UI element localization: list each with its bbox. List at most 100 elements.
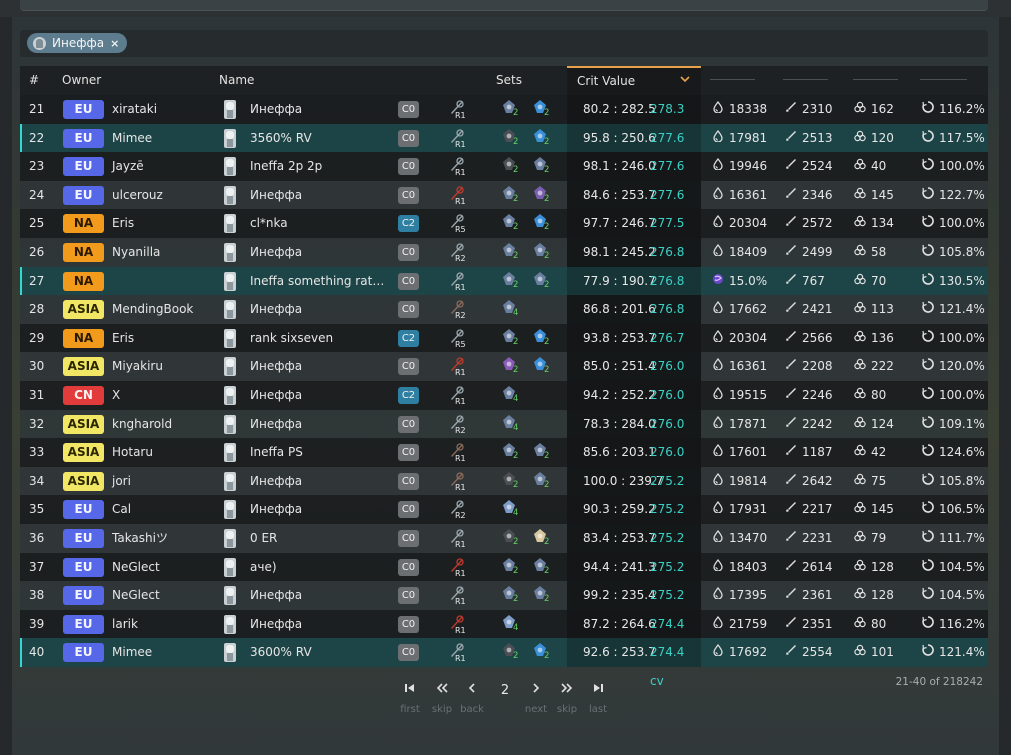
crit-value-cell: 78.3 : 284.0276.0 cv — [567, 409, 701, 459]
build-name[interactable]: Инеффа — [250, 410, 302, 439]
owner-name[interactable]: Mimee — [112, 638, 152, 667]
col-crit-value[interactable]: Crit Value — [567, 66, 701, 95]
col-stat-2[interactable] — [783, 79, 828, 80]
pagination: first skip back 2 next skip last — [395, 682, 615, 722]
constellation-badge: C0 — [398, 101, 419, 118]
build-name[interactable]: Инеффа — [250, 295, 302, 324]
table-row[interactable]: 27 NA Ineffa something rather... C0 R1 2 2 77.9… — [20, 266, 988, 316]
set-count: 2 — [513, 136, 519, 147]
col-stat-1[interactable] — [710, 79, 755, 80]
build-name[interactable]: Инеффа — [250, 238, 302, 267]
stat-1: 17395 — [712, 581, 767, 610]
table-row[interactable]: 36 EU Takashiツ 0 ER C0 R1 2 2 83.4 : 253.7 275.2 … — [20, 523, 988, 574]
atk-icon — [785, 381, 797, 410]
last-page-button[interactable]: last — [583, 682, 613, 715]
owner-name[interactable]: Miyakiru — [112, 352, 163, 381]
skip-forward-button[interactable]: skip — [552, 682, 582, 715]
build-name[interactable]: Ineffa 2p 2p — [250, 152, 322, 181]
owner-name[interactable]: larik — [112, 610, 138, 639]
table-row[interactable]: 23 EU Jayzē Ineffa 2p 2p C0 R1 2 2 98.1 : 246.0 2… — [20, 152, 988, 202]
table-row[interactable]: 39 EU larik Инеффа C0 R1 4 87.2 : 264.6274.4 cv… — [20, 609, 988, 659]
atk-icon — [785, 152, 797, 181]
owner-name[interactable]: Jayzē — [112, 152, 144, 181]
owner-name[interactable]: NeGlect — [112, 553, 160, 582]
crit-ratio: 95.8 : 250.6 — [583, 130, 656, 145]
owner-name[interactable]: ulcerouz — [112, 181, 163, 210]
owner-name[interactable]: Nyanilla — [112, 238, 160, 267]
table-row[interactable]: 30 ASIA Miyakiru Инеффа C0 R1 2 2 85.0 : 251.4 27… — [20, 352, 988, 402]
crit-value-cell: 92.6 : 253.7 274.4 cv — [567, 638, 701, 688]
owner-name[interactable]: Eris — [112, 324, 134, 353]
table-row[interactable]: 33 ASIA Hotaru Ineffa PS C0 R1 2 2 85.6 : 203.1 2… — [20, 438, 988, 488]
table-row[interactable]: 22 EU Mimee 3560% RV C0 R1 2 2 95.8 : 250.6 277.6… — [20, 123, 988, 173]
build-name[interactable]: Инеффа — [250, 352, 302, 381]
table-row[interactable]: 31 CN X Инеффа C2 R1 4 94.2 : 252.2276.0 cv 1951… — [20, 380, 988, 431]
build-name[interactable]: Инеффа — [250, 495, 302, 524]
constellation-badge: C0 — [398, 615, 419, 633]
set-count: 2 — [513, 165, 519, 176]
table-row[interactable]: 37 EU NeGlect аче) C0 R1 2 2 94.4 : 241.3275.2 c… — [20, 552, 988, 602]
build-name[interactable]: Ineffa something rather... — [250, 267, 385, 296]
col-name[interactable]: Name — [219, 66, 254, 95]
owner-name[interactable]: MendingBook — [112, 295, 193, 324]
atk-icon — [785, 124, 797, 153]
table-row[interactable]: 40 EU Mimee 3600% RV C0 R1 2 2 92.6 : 253.7 274.4… — [20, 638, 988, 688]
table-row[interactable]: 24 EU ulcerouz Инеффа C0 R1 2 2 84.6 : 253.7 277.… — [20, 180, 988, 230]
owner-name[interactable]: Cal — [112, 495, 131, 524]
build-name[interactable]: Инеффа — [250, 467, 302, 496]
owner-name[interactable]: xirataki — [112, 95, 157, 124]
character-icon — [224, 586, 236, 606]
col-rank[interactable]: # — [29, 66, 39, 95]
owner-name[interactable]: NeGlect — [112, 581, 160, 610]
table-row[interactable]: 35 EU Cal Инеффа C0 R2 4 90.3 : 259.2275.2 cv 17… — [20, 495, 988, 545]
table-row[interactable]: 26 NA Nyanilla Инеффа C0 R2 2 2 98.1 : 245.2 276.… — [20, 237, 988, 288]
build-name[interactable]: Инеффа — [250, 181, 302, 210]
build-name[interactable]: Ineffa PS — [250, 438, 303, 467]
owner-name[interactable]: Hotaru — [112, 438, 153, 467]
build-name[interactable]: Инеффа — [250, 581, 302, 610]
stat-4-value: 130.5% — [939, 273, 985, 288]
build-name[interactable]: 3600% RV — [250, 638, 312, 667]
character-icon — [224, 328, 236, 348]
character-icon — [224, 414, 236, 434]
next-button[interactable]: next — [521, 682, 551, 715]
build-name[interactable]: rank sixseven — [250, 324, 333, 353]
build-name[interactable]: Инеффа — [250, 95, 302, 124]
table-row[interactable]: 29 NA Eris rank sixseven C2 R5 2 2 93.8 : 253.7 2… — [20, 323, 988, 373]
owner-name[interactable]: Eris — [112, 209, 134, 238]
build-name[interactable]: Инеффа — [250, 610, 302, 639]
table-row[interactable]: 38 EU NeGlect Инеффа C0 R1 2 2 99.2 : 235.4 275.2… — [20, 581, 988, 631]
col-sets[interactable]: Sets — [496, 66, 522, 95]
stat-1: 21759 — [712, 610, 767, 639]
back-button[interactable]: back — [457, 682, 487, 715]
table-row[interactable]: 21 EU xirataki Инеффа C0 R1 2 2 80.2 : 282.5 278.… — [20, 95, 988, 145]
stat-1-value: 17601 — [729, 445, 768, 460]
build-name[interactable]: 3560% RV — [250, 124, 312, 153]
stat-4-value: 109.1% — [939, 416, 985, 431]
close-icon[interactable]: × — [110, 37, 119, 50]
col-stat-4[interactable] — [920, 79, 967, 80]
table-row[interactable]: 28 ASIA MendingBook Инеффа C0 R2 4 86.8 : 201.6… — [20, 295, 988, 345]
refinement-label: R2 — [455, 253, 466, 263]
owner-name[interactable]: kngharold — [112, 410, 172, 439]
build-name[interactable]: cl*nka — [250, 209, 288, 238]
rank: 35 — [29, 502, 45, 517]
table-row[interactable]: 32 ASIA kngharold Инеффа C0 R2 4 78.3 : 284.0 27… — [20, 409, 988, 459]
owner-name[interactable]: Takashiツ — [112, 524, 168, 553]
build-name[interactable]: 0 ER — [250, 524, 277, 553]
col-stat-3[interactable] — [853, 79, 898, 80]
first-page-button[interactable]: first — [395, 682, 425, 715]
col-owner[interactable]: Owner — [62, 66, 101, 95]
owner-name[interactable]: jori — [112, 467, 131, 496]
build-name[interactable]: Инеффа — [250, 381, 302, 410]
filter-chip[interactable]: Инеффа × — [27, 33, 128, 53]
owner-name[interactable]: X — [112, 381, 120, 410]
double-chevron-left-icon — [427, 682, 457, 700]
elemental-mastery-icon — [854, 267, 866, 296]
build-name[interactable]: аче) — [250, 553, 277, 582]
skip-back-button[interactable]: skip — [427, 682, 457, 715]
owner-name[interactable]: Mimee — [112, 124, 152, 153]
table-row[interactable]: 34 ASIA jori Инеффа C0 R1 2 2 100.0 : 239.7 275.2… — [20, 466, 988, 516]
crit-ratio: 83.4 : 253.7 — [583, 530, 656, 545]
table-row[interactable]: 25 NA Eris cl*nka C2 R5 2 2 97.7 : 246.7277.5 cv… — [20, 209, 988, 259]
